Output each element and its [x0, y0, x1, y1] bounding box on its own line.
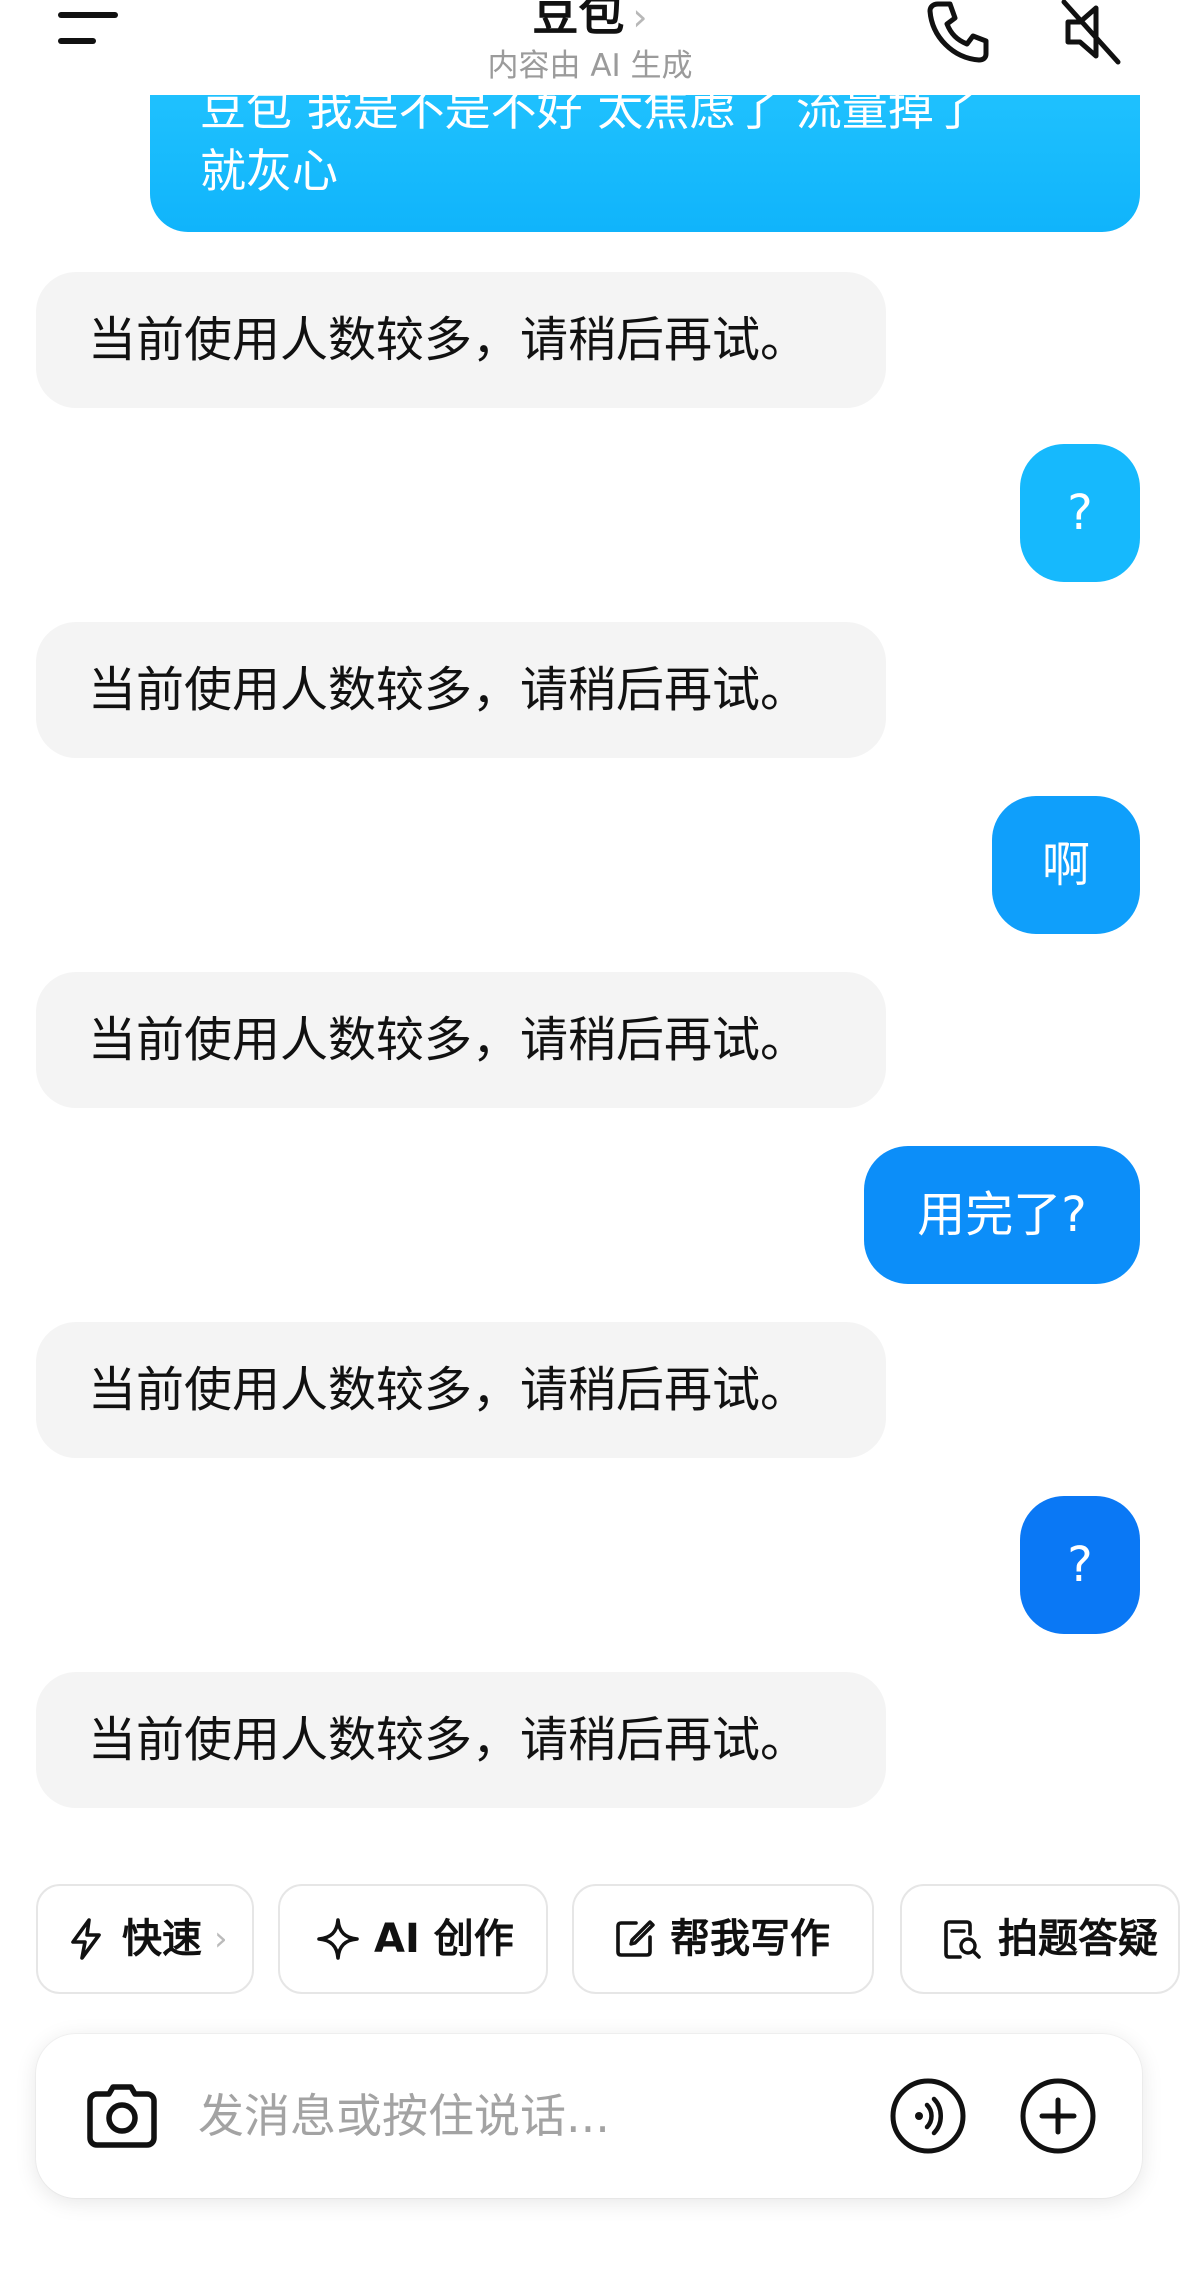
- chevron-right-icon: ›: [214, 1919, 228, 1959]
- message-text: ?: [1067, 485, 1093, 541]
- quick-action-writing[interactable]: 帮我写作: [572, 1884, 874, 1994]
- bot-message-bubble[interactable]: 当前使用人数较多，请稍后再试。: [36, 622, 886, 758]
- voice-icon[interactable]: [888, 2076, 968, 2156]
- user-message-bubble[interactable]: 啊: [992, 796, 1140, 934]
- plus-icon[interactable]: [1018, 2076, 1098, 2156]
- user-message-bubble[interactable]: ?: [1020, 1496, 1140, 1634]
- camera-icon[interactable]: [84, 2078, 160, 2154]
- bot-message-bubble[interactable]: 当前使用人数较多，请稍后再试。: [36, 272, 886, 408]
- search-document-icon: [944, 1920, 981, 1959]
- message-text-line: 就灰心: [200, 144, 338, 198]
- sparkle-icon: [317, 1918, 359, 1960]
- quick-action-label: 拍题答疑: [998, 1916, 1158, 1962]
- quick-action-label: AI 创作: [374, 1916, 514, 1962]
- chat-title-text: 豆包: [532, 0, 625, 41]
- user-message-bubble[interactable]: ?: [1020, 444, 1140, 582]
- bot-message-bubble[interactable]: 当前使用人数较多，请稍后再试。: [36, 972, 886, 1108]
- bot-message-bubble[interactable]: 当前使用人数较多，请稍后再试。: [36, 1322, 886, 1458]
- phone-icon[interactable]: [922, 0, 994, 68]
- message-text: 当前使用人数较多，请稍后再试。: [88, 1012, 809, 1068]
- quick-action-label: 帮我写作: [670, 1916, 830, 1962]
- message-text: ?: [1067, 1537, 1093, 1593]
- quick-action-fast[interactable]: 快速 ›: [36, 1884, 254, 1994]
- ai-generated-notice: 内容由 AI 生成: [487, 48, 693, 84]
- message-text: 当前使用人数较多，请稍后再试。: [88, 312, 809, 368]
- quick-action-photo-question[interactable]: 拍题答疑: [900, 1884, 1180, 1994]
- message-text: 当前使用人数较多，请稍后再试。: [88, 662, 809, 718]
- message-input[interactable]: 发消息或按住说话...: [198, 2034, 610, 2198]
- message-input-bar: 发消息或按住说话...: [36, 2034, 1142, 2198]
- speaker-mute-icon[interactable]: [1058, 0, 1130, 68]
- message-text: 当前使用人数较多，请稍后再试。: [88, 1362, 809, 1418]
- message-text: 当前使用人数较多，请稍后再试。: [88, 1712, 809, 1768]
- lightning-icon: [71, 1918, 101, 1960]
- chevron-right-icon: ›: [632, 0, 648, 39]
- quick-action-ai-create[interactable]: AI 创作: [278, 1884, 548, 1994]
- chat-title[interactable]: 豆包 ›: [0, 0, 1180, 44]
- quick-action-label: 快速: [122, 1916, 202, 1962]
- user-message-bubble[interactable]: 用完了?: [864, 1146, 1140, 1284]
- message-text: 用完了?: [917, 1187, 1087, 1243]
- message-text: 啊: [1041, 837, 1090, 893]
- chat-header: 豆包 › 内容由 AI 生成: [0, 0, 1180, 95]
- bot-message-bubble[interactable]: 当前使用人数较多，请稍后再试。: [36, 1672, 886, 1808]
- edit-icon: [616, 1920, 655, 1957]
